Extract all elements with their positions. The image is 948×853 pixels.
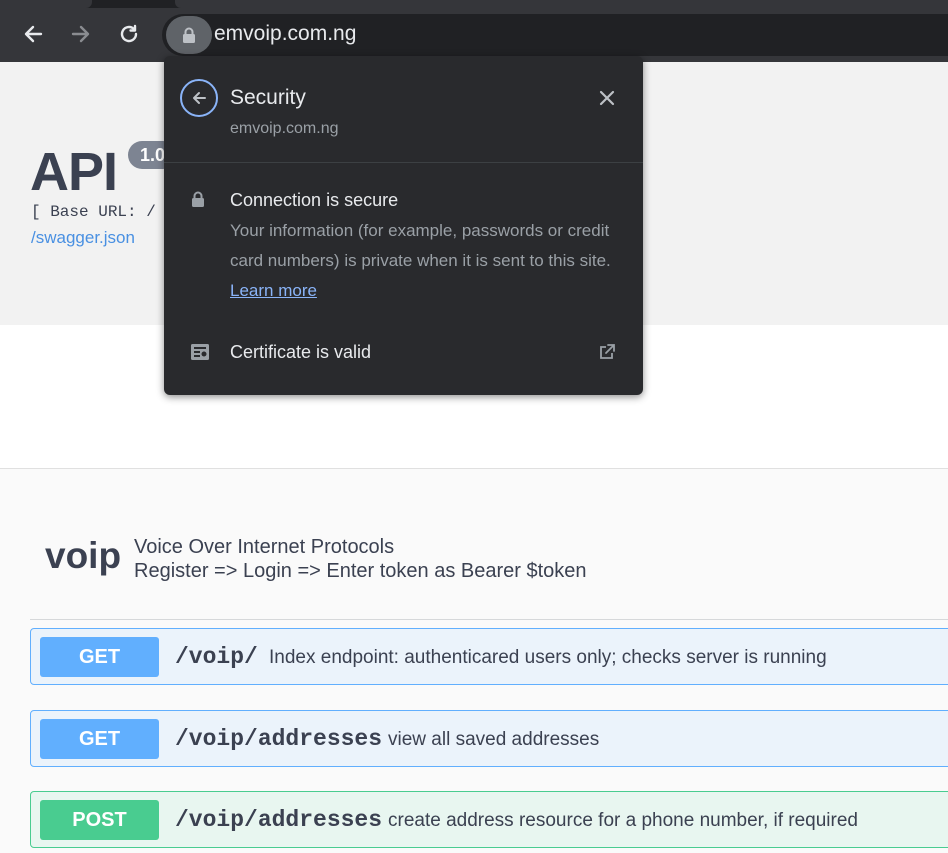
lock-icon bbox=[183, 27, 195, 43]
method-badge: GET bbox=[40, 719, 159, 759]
back-arrow-icon bbox=[193, 92, 206, 104]
operation-get-voip-addresses[interactable]: GET /voip/addresses view all saved addre… bbox=[30, 710, 948, 767]
method-badge: GET bbox=[40, 637, 159, 677]
page-title: API bbox=[30, 142, 118, 202]
tag-description-line1: Voice Over Internet Protocols bbox=[134, 536, 395, 558]
back-button[interactable] bbox=[19, 20, 47, 48]
reload-button[interactable] bbox=[115, 20, 143, 48]
site-info-button[interactable] bbox=[166, 16, 212, 54]
tab-strip bbox=[0, 0, 948, 8]
tag-description-line2: Register => Login => Enter token as Bear… bbox=[134, 560, 587, 582]
close-icon bbox=[599, 90, 615, 106]
operation-path: /voip/ bbox=[175, 644, 258, 670]
popup-back-button[interactable] bbox=[180, 79, 218, 117]
operation-summary: create address resource for a phone numb… bbox=[388, 810, 858, 831]
operation-get-voip-root[interactable]: GET /voip/ Index endpoint: authenticared… bbox=[30, 628, 948, 685]
tab-strip-bg bbox=[175, 0, 948, 8]
tag-name[interactable]: voip bbox=[45, 535, 121, 577]
popup-site: emvoip.com.ng bbox=[230, 120, 339, 137]
popup-divider bbox=[164, 162, 643, 163]
forward-arrow-icon bbox=[71, 25, 90, 43]
close-button[interactable] bbox=[597, 88, 617, 108]
external-link-icon[interactable] bbox=[598, 343, 616, 366]
operation-summary: Index endpoint: authenticared users only… bbox=[269, 647, 827, 668]
browser-toolbar bbox=[0, 8, 948, 62]
popup-title: Security bbox=[230, 86, 306, 109]
forward-button[interactable] bbox=[67, 20, 95, 48]
reload-icon bbox=[120, 24, 138, 43]
certificate-icon bbox=[190, 343, 210, 366]
method-badge: POST bbox=[40, 800, 159, 840]
operation-post-voip-addresses[interactable]: POST /voip/addresses create address reso… bbox=[30, 791, 948, 848]
tag-divider bbox=[30, 619, 948, 620]
operation-path: /voip/addresses bbox=[175, 726, 383, 752]
connection-status-title: Connection is secure bbox=[230, 190, 399, 210]
tab[interactable] bbox=[0, 0, 92, 8]
connection-status-body: Your information (for example, passwords… bbox=[230, 216, 625, 306]
swagger-json-link[interactable]: /swagger.json bbox=[31, 228, 135, 248]
operation-path: /voip/addresses bbox=[175, 807, 383, 833]
url-text[interactable]: emvoip.com.ng bbox=[214, 22, 356, 46]
connection-body-text: Your information (for example, passwords… bbox=[230, 221, 611, 270]
learn-more-link[interactable]: Learn more bbox=[230, 281, 317, 300]
certificate-row[interactable]: Certificate is valid bbox=[230, 342, 371, 363]
operation-summary: view all saved addresses bbox=[388, 729, 600, 750]
back-arrow-icon bbox=[24, 25, 43, 43]
lock-icon bbox=[191, 191, 205, 213]
base-url: [ Base URL: / bbox=[31, 203, 156, 221]
